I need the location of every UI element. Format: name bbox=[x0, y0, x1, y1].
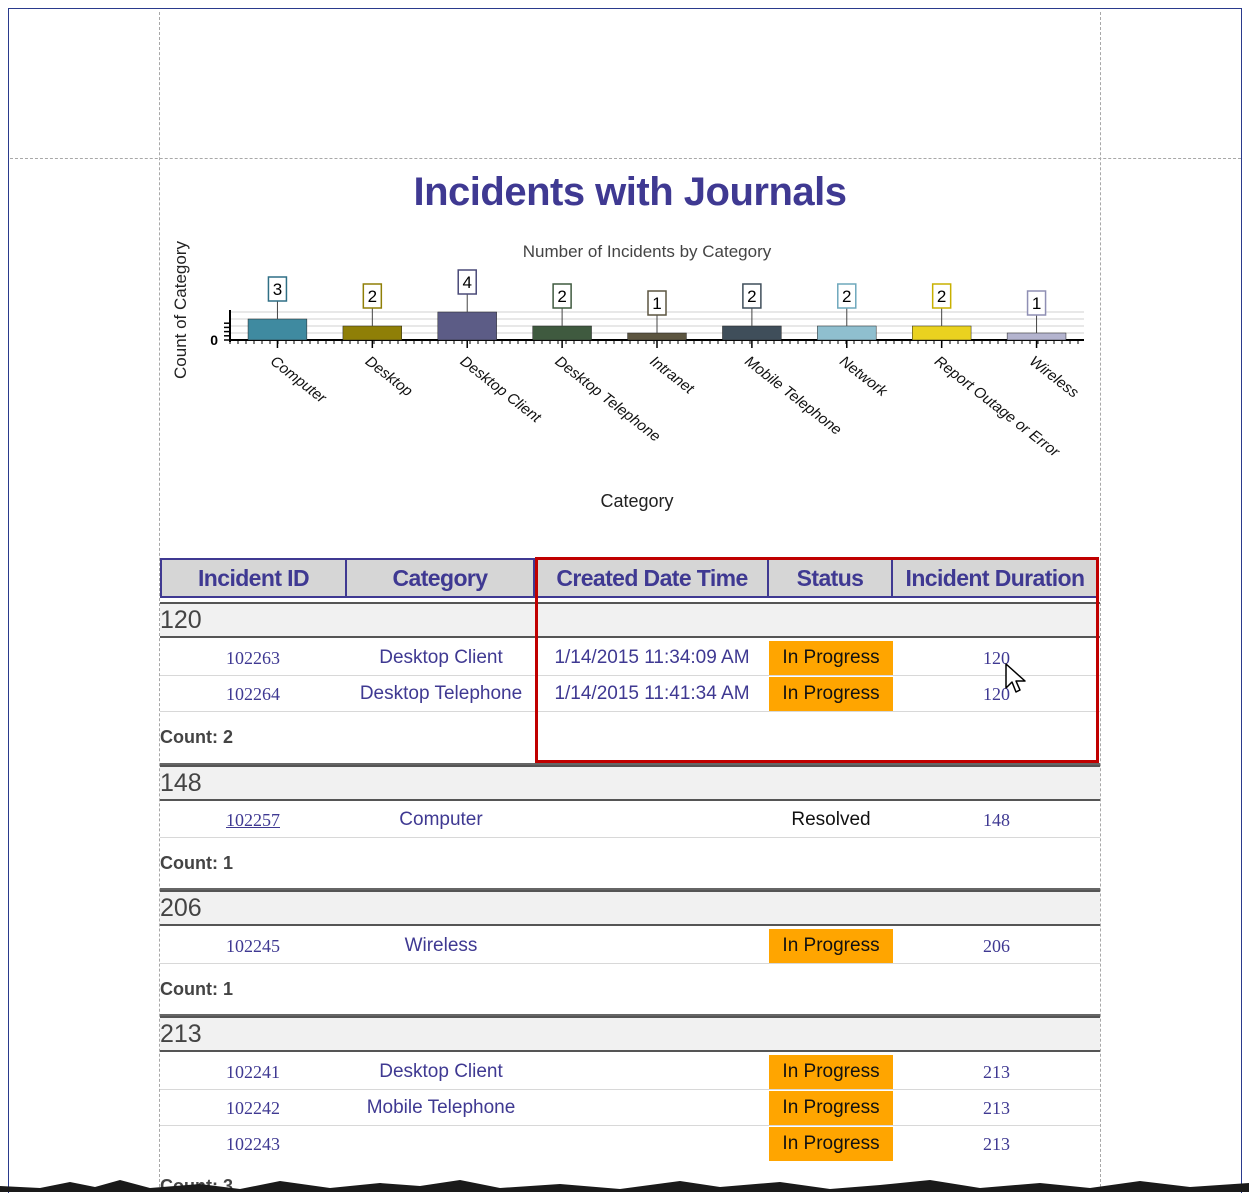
incident-id-text[interactable]: 102257 bbox=[226, 810, 280, 831]
duration-cell: 213 bbox=[983, 1133, 1010, 1154]
chart-bar bbox=[437, 311, 497, 341]
group-label: 213 bbox=[160, 1020, 202, 1048]
created-date-cell: 1/14/2015 11:41:34 AM bbox=[554, 683, 750, 704]
incidents-by-category-chart: Number of Incidents by Category Count of … bbox=[171, 241, 1084, 511]
chart-data-label: 1 bbox=[652, 294, 661, 313]
group-header: 148 bbox=[160, 765, 1100, 801]
chart-bar bbox=[722, 325, 782, 341]
created-date-cell bbox=[536, 1090, 768, 1126]
created-date-cell: 1/14/2015 11:34:09 AM bbox=[554, 647, 750, 668]
group-header: 120 bbox=[160, 602, 1100, 638]
chart-title: Number of Incidents by Category bbox=[523, 242, 772, 261]
incident-id-link[interactable]: 102257 bbox=[160, 802, 346, 838]
category-cell: Desktop Client bbox=[379, 647, 503, 668]
status-badge: In Progress bbox=[769, 1127, 893, 1161]
category-cell: Wireless bbox=[404, 935, 478, 956]
chart-y-tick-label: 0 bbox=[210, 332, 218, 348]
duration-cell: 206 bbox=[983, 935, 1010, 956]
category-cell: Computer bbox=[399, 809, 483, 830]
group-label: 148 bbox=[160, 769, 202, 797]
group-label: 120 bbox=[160, 606, 202, 634]
chart-data-label: 3 bbox=[273, 280, 282, 299]
chart-data-label: 2 bbox=[747, 287, 756, 306]
chart-category-label: Mobile Telephone bbox=[741, 353, 844, 439]
torn-page-edge bbox=[0, 1180, 1249, 1192]
chart-bar bbox=[532, 325, 592, 341]
chart-category-label: Wireless bbox=[1026, 353, 1082, 402]
report-title: Incidents with Journals bbox=[413, 170, 847, 214]
category-cell: Mobile Telephone bbox=[366, 1097, 516, 1118]
category-cell bbox=[346, 1126, 536, 1162]
duration-cell: 120 bbox=[983, 647, 1010, 668]
incident-id[interactable]: 102263 bbox=[160, 640, 346, 676]
table-row: 102257 Computer Resolved 148 bbox=[160, 802, 1100, 838]
status-text: Resolved bbox=[791, 809, 871, 830]
group-header: 213 bbox=[160, 1016, 1100, 1052]
chart-category-label: Network bbox=[836, 353, 891, 401]
chart-data-label: 2 bbox=[368, 287, 377, 306]
chart-bar bbox=[1006, 332, 1067, 341]
status-badge: In Progress bbox=[769, 929, 893, 963]
group-label: 206 bbox=[160, 894, 202, 922]
header-incident-id[interactable]: Incident ID bbox=[160, 558, 347, 598]
duration-cell: 213 bbox=[983, 1097, 1010, 1118]
incident-id[interactable]: 102243 bbox=[160, 1126, 346, 1162]
status-badge: In Progress bbox=[769, 1055, 893, 1089]
incident-id[interactable]: 102264 bbox=[160, 676, 346, 712]
duration-cell: 120 bbox=[983, 683, 1010, 704]
duration-cell: 213 bbox=[983, 1061, 1010, 1082]
group-count: Count: 1 bbox=[160, 853, 233, 873]
chart-bar bbox=[912, 325, 972, 341]
table-row: 102245 Wireless In Progress 206 bbox=[160, 928, 1100, 964]
created-date-cell bbox=[536, 1126, 768, 1162]
created-date-cell bbox=[536, 928, 768, 964]
chart-data-label: 4 bbox=[462, 273, 471, 292]
chart-data-label: 2 bbox=[557, 287, 566, 306]
header-created-date-time[interactable]: Created Date Time bbox=[535, 558, 769, 598]
chart-data-label: 1 bbox=[1032, 294, 1041, 313]
incident-id[interactable]: 102241 bbox=[160, 1054, 346, 1090]
incident-id[interactable]: 102242 bbox=[160, 1090, 346, 1126]
chart-data-label: 2 bbox=[842, 287, 851, 306]
group-count: Count: 2 bbox=[160, 727, 233, 747]
status-badge: In Progress bbox=[769, 1091, 893, 1125]
chart-data-label: 2 bbox=[937, 287, 946, 306]
duration-cell: 148 bbox=[983, 809, 1010, 830]
margin-guide-top bbox=[10, 158, 1241, 159]
chart-bar bbox=[627, 332, 687, 341]
group-count: Count: 1 bbox=[160, 979, 233, 999]
margin-guide-right bbox=[1100, 12, 1101, 1192]
chart-category-label: Desktop bbox=[362, 353, 416, 400]
chart-category-label: Computer bbox=[267, 353, 330, 408]
status-badge: In Progress bbox=[769, 641, 893, 675]
table-row: 102263 Desktop Client 1/14/2015 11:34:09… bbox=[160, 640, 1100, 676]
created-date-cell bbox=[536, 1054, 768, 1090]
table-row: 102242 Mobile Telephone In Progress 213 bbox=[160, 1090, 1100, 1126]
chart-xlabel: Category bbox=[600, 491, 673, 511]
category-cell: Desktop Telephone bbox=[359, 683, 523, 704]
mouse-cursor-icon bbox=[1005, 663, 1026, 693]
chart-category-label: Desktop Client bbox=[457, 353, 545, 427]
chart-bar bbox=[342, 325, 402, 341]
category-cell: Desktop Client bbox=[379, 1061, 503, 1082]
header-status[interactable]: Status bbox=[767, 558, 893, 598]
chart-category-label: Intranet bbox=[647, 353, 698, 398]
incident-id[interactable]: 102245 bbox=[160, 928, 346, 964]
chart-bar bbox=[247, 318, 308, 341]
table-row: 102264 Desktop Telephone 1/14/2015 11:41… bbox=[160, 676, 1100, 712]
table-row: 102241 Desktop Client In Progress 213 bbox=[160, 1054, 1100, 1090]
chart-ylabel: Count of Category bbox=[171, 241, 190, 379]
table-row: 102243 In Progress 213 bbox=[160, 1126, 1100, 1162]
header-incident-duration[interactable]: Incident Duration bbox=[891, 558, 1099, 598]
status-badge: In Progress bbox=[769, 677, 893, 711]
created-date-cell bbox=[536, 802, 768, 838]
header-category[interactable]: Category bbox=[345, 558, 535, 598]
group-header: 206 bbox=[160, 890, 1100, 926]
chart-category-label: Desktop Telephone bbox=[552, 353, 664, 446]
chart-bar bbox=[817, 325, 877, 341]
